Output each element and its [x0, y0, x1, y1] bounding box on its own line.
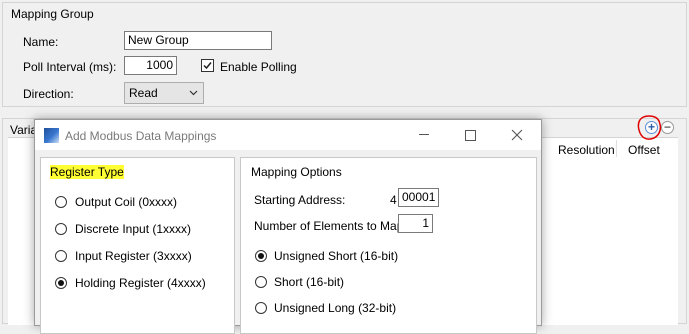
radio-output-coil[interactable] — [55, 196, 67, 208]
radio-label: Unsigned Long (32-bit) — [274, 301, 397, 315]
dialog-title: Add Modbus Data Mappings — [65, 129, 217, 143]
address-prefix: 4 — [390, 193, 397, 207]
enable-polling-label: Enable Polling — [220, 60, 297, 74]
radio-short[interactable] — [255, 276, 267, 288]
mapping-options-title: Mapping Options — [251, 165, 342, 179]
dialog-titlebar[interactable]: Add Modbus Data Mappings — [35, 120, 541, 150]
radio-input-register[interactable] — [55, 250, 67, 262]
enable-polling-checkbox[interactable] — [201, 59, 214, 72]
chevron-down-icon — [189, 90, 198, 96]
radio-unsigned-long[interactable] — [255, 302, 267, 314]
register-type-title: Register Type — [50, 165, 124, 179]
direction-select[interactable]: Read — [124, 82, 204, 104]
radio-label: Unsigned Short (16-bit) — [274, 249, 399, 263]
close-icon[interactable] — [509, 127, 525, 143]
radio-label: Discrete Input (1xxxx) — [75, 222, 192, 236]
radio-discrete-input[interactable] — [55, 223, 67, 235]
num-elements-label: Number of Elements to Map: — [254, 219, 407, 233]
direction-label: Direction: — [23, 87, 74, 101]
mapping-group-box — [2, 2, 687, 107]
name-label: Name: — [23, 35, 59, 49]
minimize-icon[interactable] — [416, 126, 432, 142]
column-header-resolution[interactable]: Resolution — [558, 143, 615, 157]
radio-label: Holding Register (4xxxx) — [75, 276, 206, 290]
mapping-options-panel: Mapping Options Starting Address: 4 0000… — [240, 157, 537, 334]
radio-holding-register[interactable] — [55, 277, 67, 289]
radio-unsigned-short[interactable] — [255, 250, 267, 262]
column-header-offset[interactable]: Offset — [628, 143, 660, 157]
radio-label: Short (16-bit) — [274, 275, 345, 289]
register-type-panel: Register Type Output Coil (0xxxx) Discre… — [40, 157, 235, 334]
starting-address-input[interactable]: 00001 — [398, 188, 439, 207]
starting-address-label: Starting Address: — [254, 193, 346, 207]
red-annotation-circle — [637, 115, 662, 140]
radio-label: Output Coil (0xxxx) — [75, 195, 178, 209]
add-modbus-dialog: Add Modbus Data Mappings Register Type O… — [34, 119, 542, 334]
num-elements-input[interactable]: 1 — [398, 214, 433, 233]
poll-interval-input[interactable]: 1000 — [124, 56, 177, 75]
direction-value: Read — [129, 86, 158, 100]
checkmark-icon — [203, 62, 212, 70]
name-input[interactable]: New Group — [124, 31, 272, 50]
column-divider — [616, 140, 617, 157]
poll-interval-label: Poll Interval (ms): — [23, 60, 117, 74]
mapping-group-title: Mapping Group — [11, 7, 94, 21]
maximize-icon[interactable] — [462, 127, 478, 143]
app-icon — [44, 128, 59, 143]
radio-label: Input Register (3xxxx) — [75, 249, 192, 263]
